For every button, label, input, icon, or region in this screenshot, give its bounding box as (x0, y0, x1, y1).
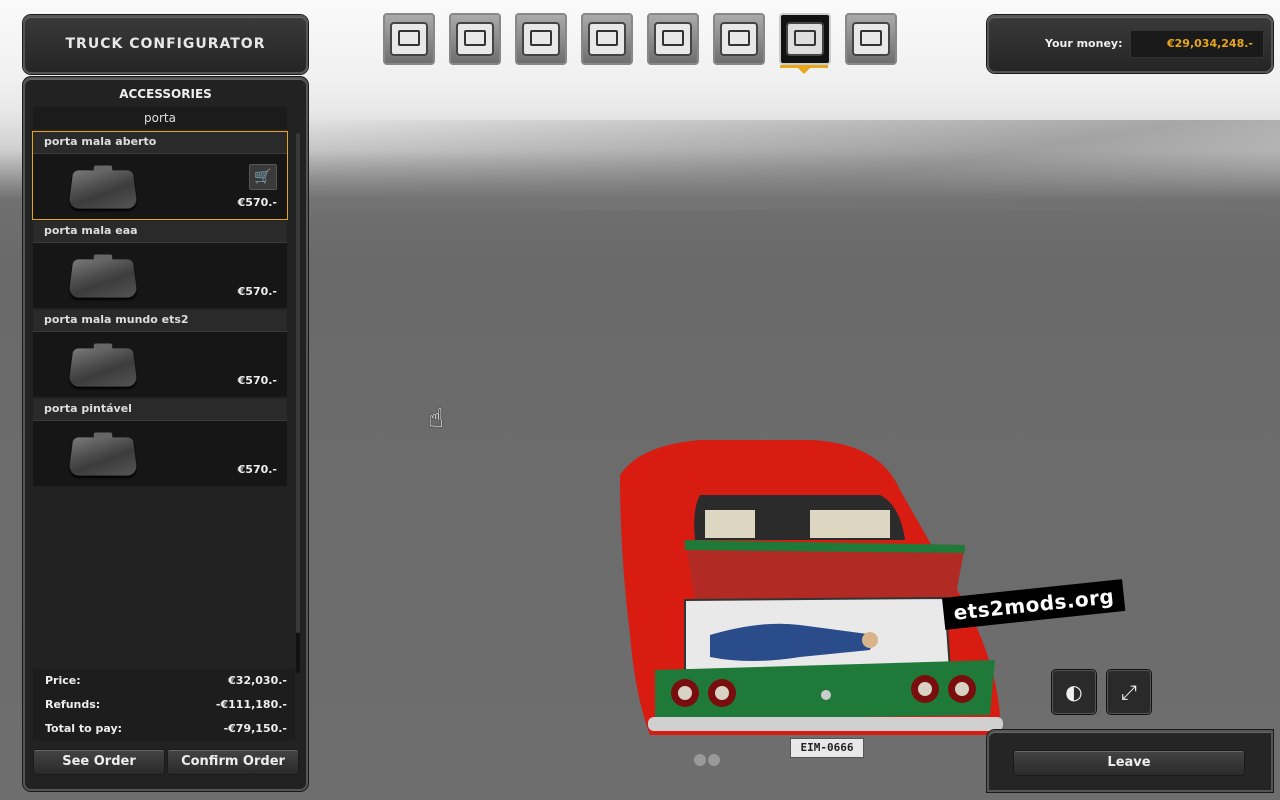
fullscreen-icon[interactable]: ⤢ (1107, 670, 1151, 714)
money-panel: Your money: €29,034,248.- (987, 15, 1273, 73)
refunds-row: Refunds: -€111,180.- (33, 693, 295, 717)
page-title: TRUCK CONFIGURATOR (65, 36, 266, 52)
trunk-lid-icon (68, 348, 138, 387)
accessory-preview: €570.- (33, 332, 287, 397)
money-box: €29,034,248.- (1130, 30, 1264, 58)
cart-icon[interactable]: 🛒 (249, 164, 277, 190)
accessory-item-porta-mala-aberto[interactable]: porta mala aberto 🛒 €570.- (32, 131, 288, 220)
accessory-name: porta mala eaa (33, 221, 287, 243)
accessory-price: €570.- (237, 463, 277, 476)
trunk-lid-icon (68, 259, 138, 298)
accessories-icon[interactable] (779, 13, 831, 65)
order-totals: Price: €32,030.- Refunds: -€111,180.- To… (33, 669, 295, 741)
section-title: ACCESSORIES (119, 87, 212, 101)
refunds-label: Refunds: (45, 698, 101, 711)
active-tab-arrow (797, 67, 811, 74)
transmission-icon[interactable] (581, 13, 633, 65)
scene-background (300, 120, 1280, 210)
trunk-lid-icon (68, 170, 138, 209)
price-row: Price: €32,030.- (33, 669, 295, 693)
accessory-preview: 🛒 €570.- (33, 154, 287, 219)
interior-icon[interactable] (647, 13, 699, 65)
license-plate: EIM-0666 (790, 738, 864, 758)
leave-button[interactable]: Leave (1013, 750, 1245, 776)
money-value: €29,034,248.- (1167, 37, 1253, 50)
trunk-lid-icon (68, 437, 138, 476)
money-label: Your money: (1045, 37, 1123, 50)
accessory-price: €570.- (237, 196, 277, 209)
confirm-order-button[interactable]: Confirm Order (167, 749, 299, 775)
interior-accessories-icon[interactable] (845, 13, 897, 65)
accessory-preview: €570.- (33, 421, 287, 486)
leave-panel: Leave (987, 730, 1273, 792)
accessory-price: €570.- (237, 285, 277, 298)
truck-cabin-icon[interactable] (383, 13, 435, 65)
accessory-preview: €570.- (33, 243, 287, 308)
category-header[interactable]: porta (33, 107, 287, 129)
total-row: Total to pay: -€79,150.- (33, 717, 295, 741)
accessories-panel: ACCESSORIES porta porta mala aberto 🛒 €5… (23, 77, 308, 791)
scrollbar[interactable] (296, 133, 300, 673)
scrollbar-thumb[interactable] (296, 133, 300, 633)
engine-icon[interactable] (515, 13, 567, 65)
hand-cursor-icon: ☝ (428, 404, 444, 434)
accessory-name: porta mala aberto (33, 132, 287, 154)
chassis-icon[interactable] (449, 13, 501, 65)
price-label: Price: (45, 674, 81, 687)
accessory-price: €570.- (237, 374, 277, 387)
total-value: -€79,150.- (223, 722, 287, 735)
paint-icon[interactable] (713, 13, 765, 65)
title-panel: TRUCK CONFIGURATOR (23, 15, 308, 74)
accessory-item-porta-mala-mundo-ets2[interactable]: porta mala mundo ets2 €570.- (33, 310, 287, 397)
refunds-value: -€111,180.- (215, 698, 287, 711)
accessory-name: porta pintável (33, 399, 287, 421)
headlights-icon[interactable]: ◐ (1052, 670, 1096, 714)
total-label: Total to pay: (45, 722, 123, 735)
accessory-item-porta-pintavel[interactable]: porta pintável €570.- (33, 399, 287, 486)
price-value: €32,030.- (228, 674, 287, 687)
accessory-item-porta-mala-eaa[interactable]: porta mala eaa €570.- (33, 221, 287, 308)
see-order-button[interactable]: See Order (33, 749, 165, 775)
accessory-name: porta mala mundo ets2 (33, 310, 287, 332)
